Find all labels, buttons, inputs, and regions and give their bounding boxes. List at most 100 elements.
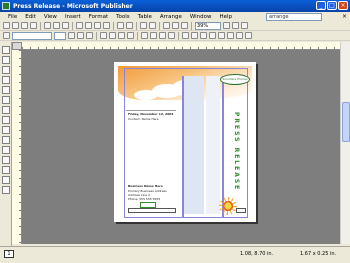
menu-format[interactable]: Format <box>85 14 112 20</box>
line-tool-icon[interactable] <box>1 106 10 114</box>
bring-forward-icon[interactable] <box>140 22 147 29</box>
html-fragment-tool-icon[interactable] <box>1 176 10 184</box>
fill-color-icon[interactable] <box>182 32 189 39</box>
vertical-title[interactable]: PRESS RELEASE <box>230 112 240 192</box>
select-tool-icon[interactable] <box>1 46 10 54</box>
zoom-in-icon[interactable] <box>232 22 239 29</box>
design-gallery-tool-icon[interactable] <box>1 186 10 194</box>
cut-icon[interactable] <box>76 22 83 29</box>
menu-insert[interactable]: Insert <box>61 14 85 20</box>
font-name-select[interactable] <box>12 31 52 40</box>
bold-icon[interactable] <box>68 32 75 39</box>
publication-page[interactable]: Sunshine Homes PRESS RELEASE Friday, Nov… <box>114 62 256 222</box>
maximize-button[interactable]: □ <box>327 1 337 10</box>
text-frame[interactable] <box>128 208 176 213</box>
menu-window[interactable]: Window <box>186 14 216 20</box>
table-tool-icon[interactable] <box>1 66 10 74</box>
underline-icon[interactable] <box>86 32 93 39</box>
decrease-indent-icon[interactable] <box>159 32 166 39</box>
contact-text[interactable]: Contact: Name Here <box>128 117 178 121</box>
increase-indent-icon[interactable] <box>168 32 175 39</box>
object-position: 1.08, 8.70 in. <box>240 251 274 257</box>
phone-line[interactable]: Phone: 555 555 5555 <box>128 197 178 201</box>
menu-table[interactable]: Table <box>134 14 156 20</box>
hot-spot-tool-icon[interactable] <box>1 156 10 164</box>
print-icon[interactable] <box>44 22 51 29</box>
insert-hyperlink-icon[interactable] <box>163 22 170 29</box>
menu-arrange[interactable]: Arrange <box>156 14 186 20</box>
title-bar: Press Release - Microsoft Publisher _ □ … <box>0 0 350 12</box>
special-characters-icon[interactable] <box>181 22 188 29</box>
font-color-icon[interactable] <box>200 32 207 39</box>
copy-icon[interactable] <box>85 22 92 29</box>
font-size-select[interactable] <box>54 31 66 40</box>
object-size: 1.67 x 0.25 in. <box>300 251 337 257</box>
new-icon[interactable] <box>3 22 10 29</box>
align-right-icon[interactable] <box>118 32 125 39</box>
logo[interactable]: Sunshine Homes <box>220 74 250 85</box>
3d-style-icon[interactable] <box>245 32 252 39</box>
mail-icon[interactable] <box>30 22 37 29</box>
picture-frame-tool-icon[interactable] <box>1 86 10 94</box>
numbering-icon[interactable] <box>141 32 148 39</box>
business-name[interactable]: Business Name Here <box>128 184 178 188</box>
scroll-thumb[interactable] <box>342 102 350 142</box>
sun-icon <box>222 200 234 212</box>
publisher-app-icon[interactable] <box>2 2 10 10</box>
menu-help[interactable]: Help <box>216 14 237 20</box>
small-text-frame[interactable] <box>236 208 246 213</box>
undo-icon[interactable] <box>117 22 124 29</box>
dash-style-icon[interactable] <box>218 32 225 39</box>
save-icon[interactable] <box>21 22 28 29</box>
date-text[interactable]: Friday, November 12, 2004 <box>128 112 178 116</box>
form-control-tool-icon[interactable] <box>1 166 10 174</box>
arrow-style-icon[interactable] <box>227 32 234 39</box>
styles-icon[interactable] <box>3 32 10 39</box>
ruler-corner[interactable] <box>12 42 22 50</box>
clip-art-tool-icon[interactable] <box>1 96 10 104</box>
document-close-icon[interactable]: × <box>342 13 347 20</box>
close-button[interactable]: × <box>338 1 348 10</box>
paste-icon[interactable] <box>94 22 101 29</box>
toolbar-separator <box>72 21 73 30</box>
shadow-style-icon[interactable] <box>236 32 243 39</box>
objects-toolbar <box>0 42 12 246</box>
redo-icon[interactable] <box>126 22 133 29</box>
send-backward-icon[interactable] <box>149 22 156 29</box>
help-icon[interactable] <box>241 22 248 29</box>
zoom-select[interactable]: 39% <box>195 21 221 30</box>
oval-tool-icon[interactable] <box>1 126 10 134</box>
columns-icon[interactable] <box>172 22 179 29</box>
minimize-button[interactable]: _ <box>316 1 326 10</box>
menu-view[interactable]: View <box>40 14 61 20</box>
line-color-icon[interactable] <box>191 32 198 39</box>
print-preview-icon[interactable] <box>53 22 60 29</box>
column-guide <box>182 76 184 218</box>
arrow-tool-icon[interactable] <box>1 116 10 124</box>
text-box-tool-icon[interactable] <box>1 56 10 64</box>
format-painter-icon[interactable] <box>103 22 110 29</box>
wordart-tool-icon[interactable] <box>1 76 10 84</box>
open-icon[interactable] <box>12 22 19 29</box>
align-left-icon[interactable] <box>100 32 107 39</box>
toolbar-separator <box>136 21 137 30</box>
bullets-icon[interactable] <box>150 32 157 39</box>
menu-edit[interactable]: Edit <box>21 14 40 20</box>
menu-tools[interactable]: Tools <box>112 14 134 20</box>
rectangle-tool-icon[interactable] <box>1 136 10 144</box>
vertical-ruler[interactable] <box>12 50 22 244</box>
align-center-icon[interactable] <box>109 32 116 39</box>
ask-question-box[interactable]: arrange <box>266 13 322 21</box>
italic-icon[interactable] <box>77 32 84 39</box>
menu-file[interactable]: File <box>4 14 21 20</box>
page-navigation-button[interactable]: 1 <box>4 250 14 258</box>
line-style-icon[interactable] <box>209 32 216 39</box>
horizontal-ruler[interactable] <box>22 42 340 50</box>
toolbar-separator <box>96 31 97 40</box>
spelling-icon[interactable] <box>62 22 69 29</box>
zoom-out-icon[interactable] <box>223 22 230 29</box>
autoshapes-tool-icon[interactable] <box>1 146 10 154</box>
vertical-scrollbar[interactable] <box>340 42 350 244</box>
justify-icon[interactable] <box>127 32 134 39</box>
rule-line <box>126 110 176 111</box>
